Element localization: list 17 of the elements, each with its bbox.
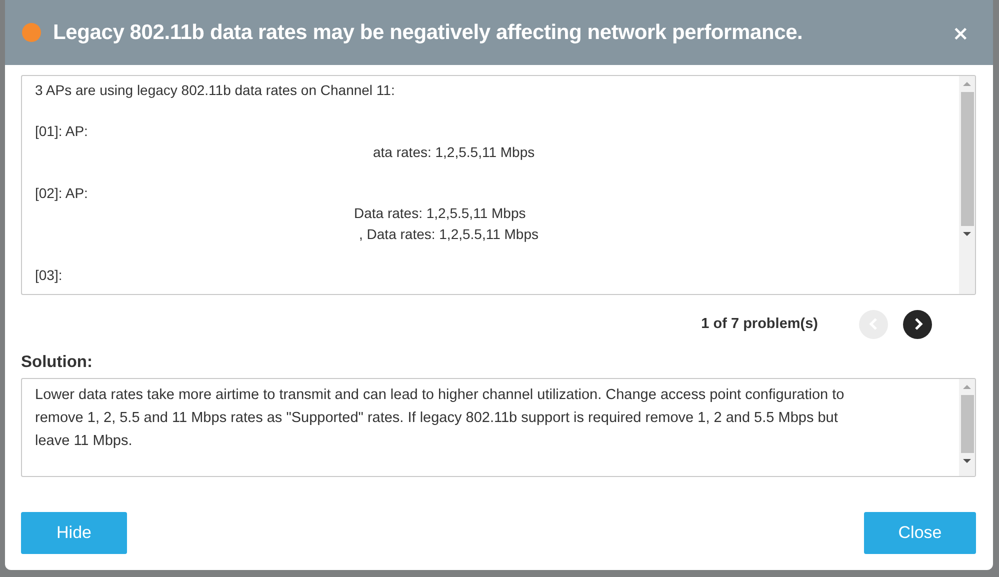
problem-counter: 1 of 7 problem(s): [701, 316, 818, 332]
problem-line: , Data rates: 1,2,5.5,11 Mbps: [359, 226, 539, 242]
scrollbar[interactable]: [959, 76, 975, 294]
close-button[interactable]: Close: [864, 512, 976, 554]
next-button[interactable]: [903, 310, 932, 338]
solution-text: Lower data rates take more airtime to transmit and can lead to higher channel utilization. Change access point configuration to remove 1, 2, 5.5 and 11 Mbps rates as "Supported" rates. If legacy 802.11b support is required remove 1, 2 and 5.5 Mbps but leave 11 Mbps.: [35, 387, 844, 449]
scrollbar[interactable]: [959, 379, 975, 476]
problem-line: ata rates: 1,2,5.5,11 Mbps: [373, 144, 535, 160]
hide-button[interactable]: Hide: [21, 512, 127, 554]
dot-icon: [22, 23, 41, 42]
problem-line: [02]: AP:: [35, 184, 88, 200]
problem-line: Data rates: 1,2,5.5,11 Mbps: [354, 205, 526, 221]
problem-line: [01]: AP:: [35, 123, 88, 139]
solution-label: Solution:: [21, 353, 94, 372]
dialog-title: Legacy 802.11b data rates may be negatively affecting network performance.: [53, 20, 804, 44]
problem-line: 3 APs are using legacy 802.11b data rates on Channel 11:: [35, 82, 395, 98]
problem-line: [03]:: [35, 266, 62, 282]
